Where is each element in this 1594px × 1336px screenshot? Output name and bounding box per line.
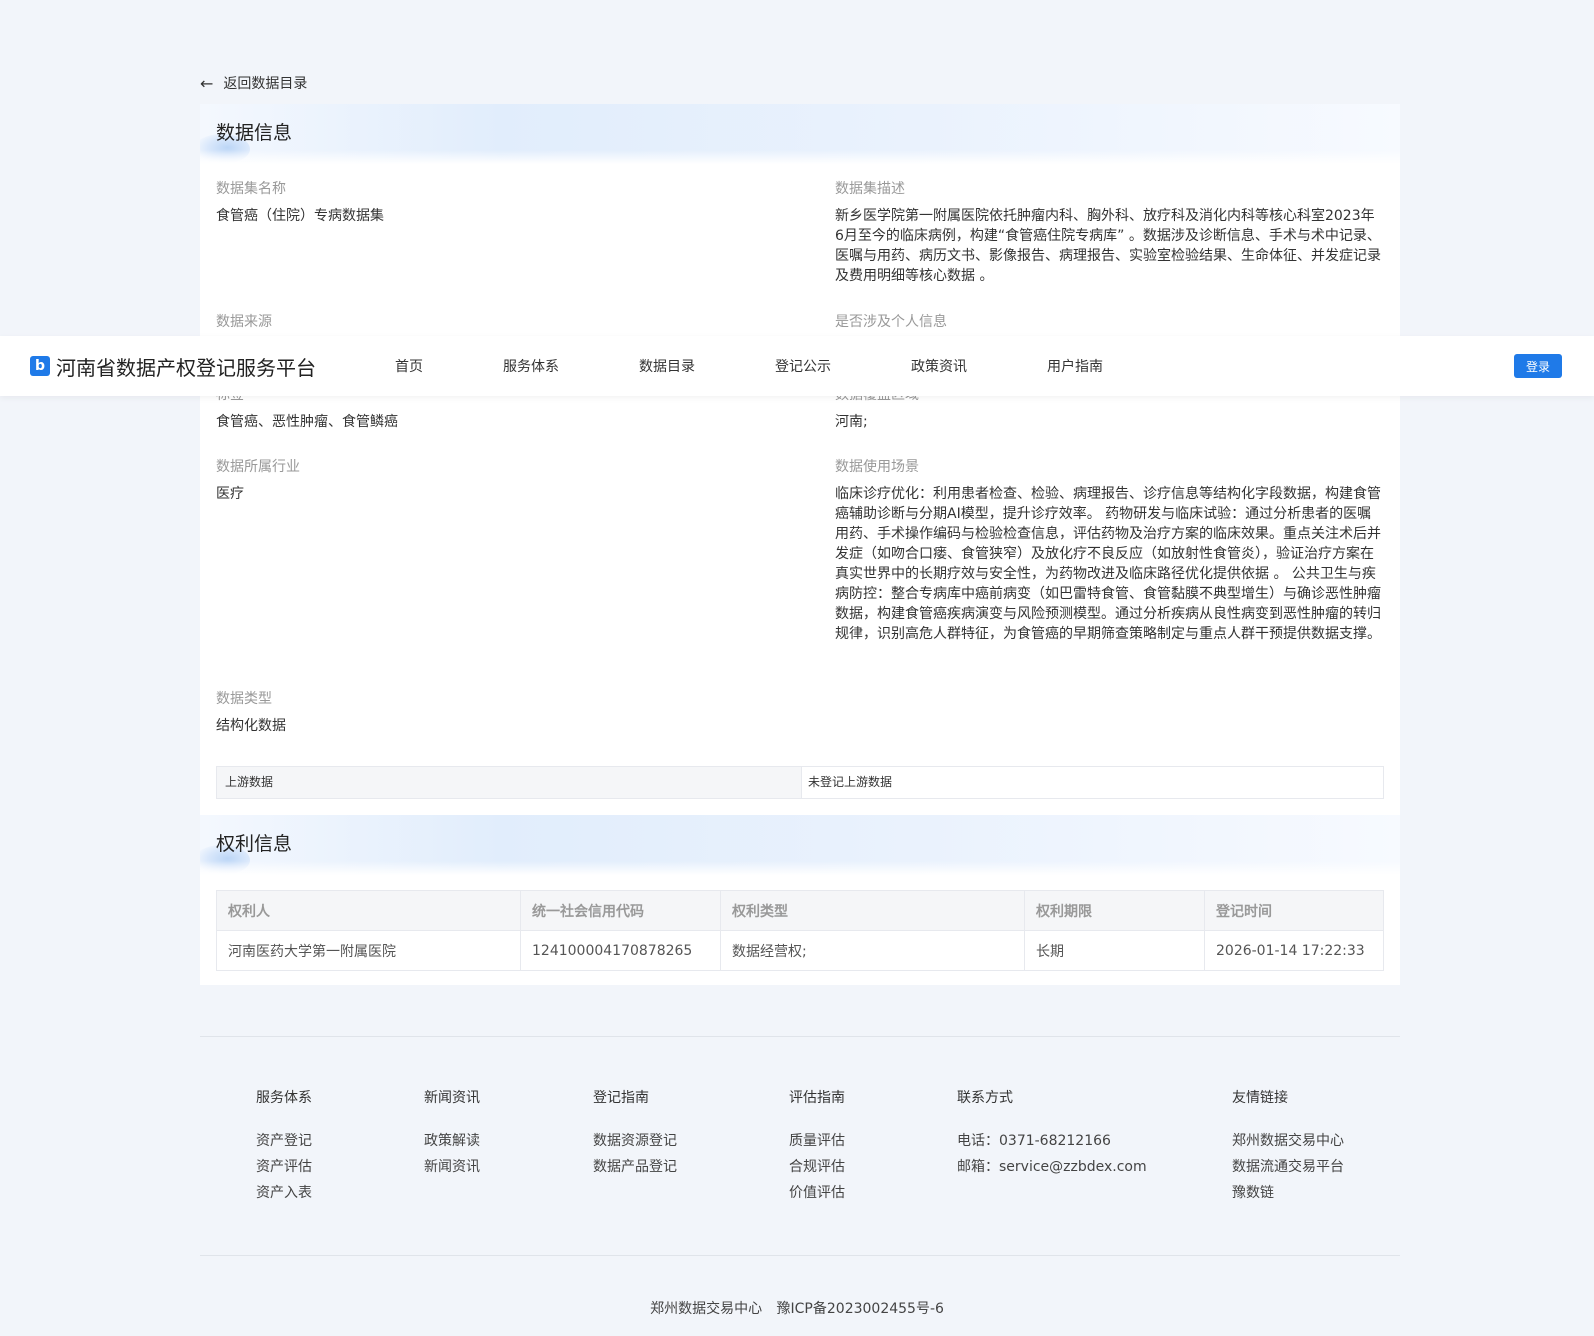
col-rights-type: 权利类型 — [720, 890, 1025, 931]
col-credit-code: 统一社会信用代码 — [520, 890, 721, 931]
footer-link-circulation[interactable]: 数据流通交易平台 — [1232, 1154, 1344, 1180]
data-info-card: 数据信息 数据集名称 食管癌（住院）专病数据集 数据集描述 新乡医学院第一附属医… — [200, 104, 1400, 815]
cell-rights-type: 数据经营权; — [720, 930, 1025, 971]
scenario-field: 数据使用场景 临床诊疗优化：利用患者检查、检验、病理报告、诊疗信息等结构化字段数… — [835, 458, 1383, 644]
col-rights-term: 权利期限 — [1024, 890, 1205, 931]
scenario-value: 临床诊疗优化：利用患者检查、检验、病理报告、诊疗信息等结构化字段数据，构建食管癌… — [835, 486, 1381, 642]
platform-logo-icon[interactable]: b — [30, 356, 50, 376]
footer-link-product-register[interactable]: 数据产品登记 — [593, 1154, 677, 1180]
table-row: 河南医药大学第一附属医院 124100004170878265 数据经营权; 长… — [216, 930, 1384, 971]
nav-item-service[interactable]: 服务体系 — [503, 356, 559, 376]
data-type-value: 结构化数据 — [216, 718, 286, 734]
description-field: 数据集描述 新乡医学院第一附属医院依托肿瘤内科、胸外科、放疗科及消化内科等核心科… — [835, 180, 1383, 286]
industry-value: 医疗 — [216, 486, 244, 502]
footer-link-policy[interactable]: 政策解读 — [424, 1128, 480, 1154]
cell-rights-term: 长期 — [1024, 930, 1205, 971]
footer-friends-title: 友情链接 — [1232, 1090, 1288, 1106]
tags-value: 食管癌、恶性肿瘤、食管鳞癌 — [216, 414, 398, 430]
footer-evaluate-title: 评估指南 — [789, 1090, 845, 1106]
footer-col-service: 服务体系 资产登记 资产评估 资产入表 — [256, 1088, 312, 1206]
nav-item-policy[interactable]: 政策资讯 — [911, 356, 967, 376]
footer-col-evaluate-guide: 评估指南 质量评估 合规评估 价值评估 — [789, 1088, 845, 1206]
col-register-time: 登记时间 — [1204, 890, 1384, 931]
footer-register-title: 登记指南 — [593, 1090, 649, 1106]
footer-link-resource-register[interactable]: 数据资源登记 — [593, 1128, 677, 1154]
table-header-row: 权利人 统一社会信用代码 权利类型 权利期限 登记时间 — [216, 890, 1384, 931]
footer-link-compliance[interactable]: 合规评估 — [789, 1154, 845, 1180]
copyright-bar: 郑州数据交易中心 豫ICP备2023002455号-6 — [0, 1298, 1594, 1318]
footer-link-asset-register[interactable]: 资产登记 — [256, 1128, 312, 1154]
dataset-name-field: 数据集名称 食管癌（住院）专病数据集 — [216, 180, 776, 226]
footer-phone: 电话：0371-68212166 — [957, 1133, 1111, 1149]
footer-col-contact: 联系方式 电话：0371-68212166 邮箱：service@zzbdex.… — [957, 1088, 1147, 1180]
rights-table: 权利人 统一社会信用代码 权利类型 权利期限 登记时间 河南医药大学第一附属医院… — [216, 890, 1384, 971]
description-value: 新乡医学院第一附属医院依托肿瘤内科、胸外科、放疗科及消化内科等核心科室2023年… — [835, 208, 1381, 284]
description-label: 数据集描述 — [835, 181, 905, 197]
cell-credit-code: 124100004170878265 — [520, 930, 721, 971]
footer-service-title: 服务体系 — [256, 1090, 312, 1106]
nav-item-catalog[interactable]: 数据目录 — [639, 356, 695, 376]
cell-register-time: 2026-01-14 17:22:33 — [1204, 930, 1384, 971]
dataset-name-value: 食管癌（住院）专病数据集 — [216, 208, 384, 224]
personal-info-label: 是否涉及个人信息 — [835, 314, 947, 330]
data-type-label: 数据类型 — [216, 691, 272, 707]
icp-record[interactable]: 豫ICP备2023002455号-6 — [777, 1301, 944, 1317]
industry-label: 数据所属行业 — [216, 459, 300, 475]
col-rights-holder: 权利人 — [216, 890, 521, 931]
upstream-value: 未登记上游数据 — [808, 775, 893, 789]
cell-rights-holder: 河南医药大学第一附属医院 — [216, 930, 521, 971]
upstream-label: 上游数据 — [217, 767, 802, 798]
rights-info-header: 权利信息 — [200, 815, 1400, 875]
footer-link-zzbdex[interactable]: 郑州数据交易中心 — [1232, 1128, 1344, 1154]
industry-field: 数据所属行业 医疗 — [216, 458, 776, 504]
copyright-org: 郑州数据交易中心 — [650, 1301, 763, 1317]
rights-info-title: 权利信息 — [216, 833, 293, 855]
footer-col-news: 新闻资讯 政策解读 新闻资讯 — [424, 1088, 480, 1180]
data-type-field: 数据类型 结构化数据 — [216, 690, 776, 736]
rights-info-card: 权利信息 权利人 统一社会信用代码 权利类型 权利期限 登记时间 河南医药大学第… — [200, 815, 1400, 985]
scenario-label: 数据使用场景 — [835, 459, 919, 475]
nav-item-guide[interactable]: 用户指南 — [1047, 356, 1103, 376]
footer-link-quality[interactable]: 质量评估 — [789, 1128, 845, 1154]
footer-col-friend-links: 友情链接 郑州数据交易中心 数据流通交易平台 豫数链 — [1232, 1088, 1344, 1206]
top-navbar: b 河南省数据产权登记服务平台 首页 服务体系 数据目录 登记公示 政策资讯 用… — [0, 336, 1594, 396]
footer-link-yushulian[interactable]: 豫数链 — [1232, 1180, 1344, 1206]
footer-news-title: 新闻资讯 — [424, 1090, 480, 1106]
footer-divider-bottom — [200, 1255, 1400, 1256]
upstream-table: 上游数据 未登记上游数据 — [216, 766, 1384, 799]
source-label: 数据来源 — [216, 314, 272, 330]
nav-item-home[interactable]: 首页 — [395, 356, 423, 376]
footer-col-register-guide: 登记指南 数据资源登记 数据产品登记 — [593, 1088, 677, 1180]
dataset-name-label: 数据集名称 — [216, 181, 286, 197]
footer-link-asset-evaluate[interactable]: 资产评估 — [256, 1154, 312, 1180]
data-info-title: 数据信息 — [216, 122, 293, 144]
coverage-value: 河南; — [835, 414, 868, 430]
back-to-catalog-link[interactable]: ← 返回数据目录 — [200, 72, 307, 94]
back-link-label: 返回数据目录 — [223, 76, 308, 92]
footer-link-news[interactable]: 新闻资讯 — [424, 1154, 480, 1180]
nav-item-publicity[interactable]: 登记公示 — [775, 356, 831, 376]
data-info-header: 数据信息 — [200, 104, 1400, 164]
arrow-left-icon: ← — [200, 73, 214, 93]
footer-link-value[interactable]: 价值评估 — [789, 1180, 845, 1206]
platform-brand[interactable]: 河南省数据产权登记服务平台 — [56, 352, 316, 381]
footer-contact-title: 联系方式 — [957, 1090, 1013, 1106]
footer-divider-top — [200, 1036, 1400, 1037]
footer-email: 邮箱：service@zzbdex.com — [957, 1159, 1147, 1175]
footer-link-asset-statement[interactable]: 资产入表 — [256, 1180, 312, 1206]
login-button[interactable]: 登录 — [1514, 354, 1562, 378]
